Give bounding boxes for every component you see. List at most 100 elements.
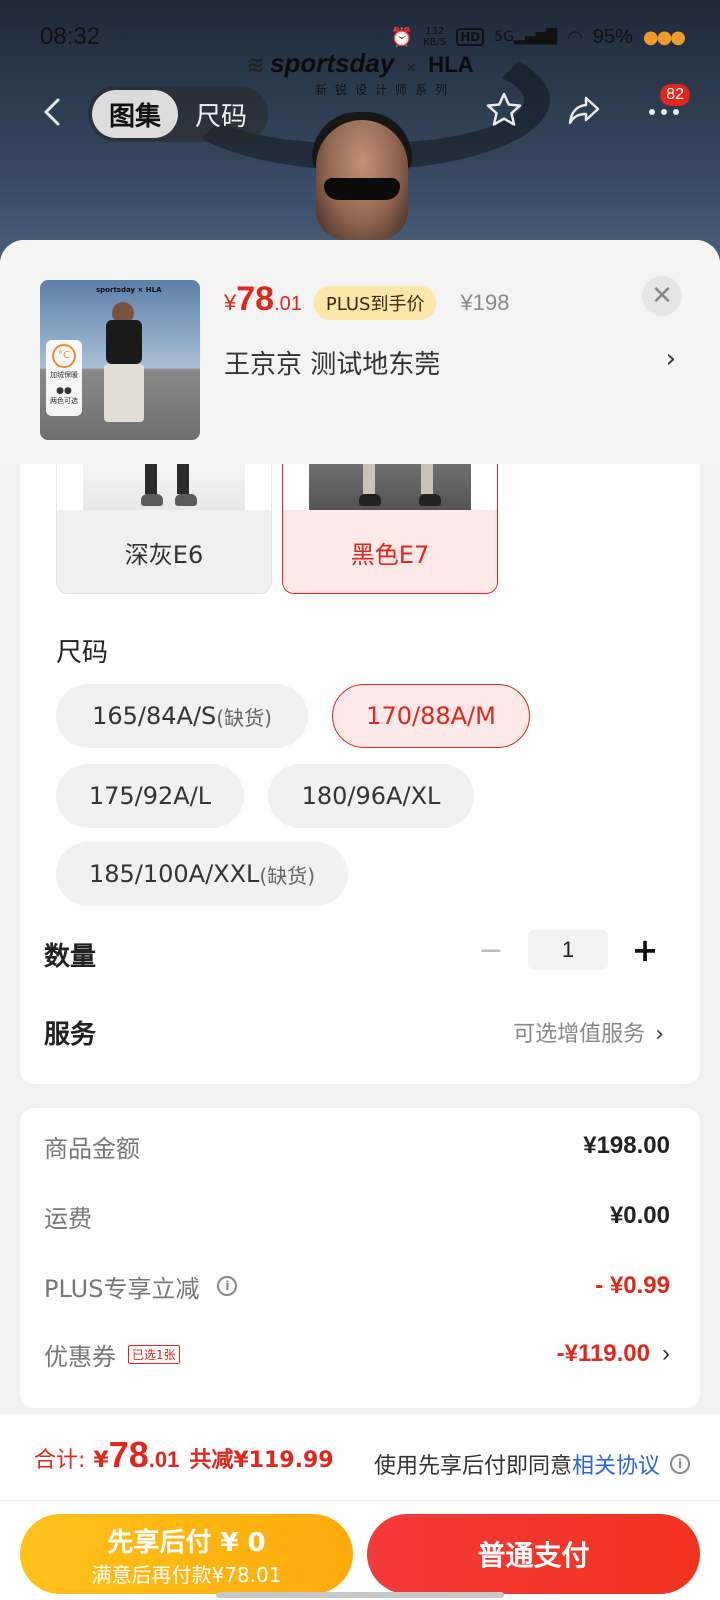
plus-price: ¥78.01 <box>224 280 302 318</box>
alarm-icon: ⏰ <box>390 26 414 48</box>
quantity-label: 数量 <box>44 942 97 972</box>
pay-later-button[interactable]: 先享后付 ¥ 0 满意后再付款¥78.01 <box>20 1514 353 1594</box>
size-label: 165/84A/S <box>92 702 217 730</box>
share-button[interactable] <box>564 90 604 130</box>
increase-button[interactable]: + <box>630 931 660 969</box>
brand-x: × <box>405 60 418 76</box>
chevron-right-icon[interactable]: › <box>666 344 676 374</box>
sheet-header: sportsday × HLA °C 加绒保暖 ●● 两色可选 ¥78.01 P… <box>0 240 720 464</box>
top-nav: 图集 尺码 82 <box>0 84 720 144</box>
quantity-input[interactable]: 1 <box>528 930 608 970</box>
app-indicator-icon: ●●● <box>642 26 686 48</box>
more-button[interactable]: 82 <box>644 84 690 130</box>
thumb-badge-warm: 加绒保暖 <box>50 371 78 379</box>
chevron-right-icon: › <box>655 1022 664 1047</box>
total-int: 78 <box>108 1434 149 1475</box>
tab-size[interactable]: 尺码 <box>178 90 264 138</box>
sku-sheet: sportsday × HLA °C 加绒保暖 ●● 两色可选 ¥78.01 P… <box>0 240 720 1600</box>
shipping-label: 运费 <box>44 1204 92 1233</box>
coupon-value: -¥119.00 › <box>556 1340 670 1367</box>
options-card: 深灰E6 黑色E7 尺码 165/84A/S (缺货) 170/88A/M 175… <box>20 464 700 1084</box>
info-icon[interactable]: i <box>217 1276 238 1296</box>
info-icon[interactable]: i <box>670 1454 690 1474</box>
hd-icon: HD <box>456 28 485 46</box>
goods-amount-row: 商品金额 ¥198.00 <box>44 1126 670 1166</box>
service-label: 服务 <box>44 1020 97 1050</box>
battery-level: 95% <box>592 25 633 48</box>
message-badge: 82 <box>660 84 690 106</box>
thermometer-icon: °C <box>52 344 76 368</box>
color-dots-icon: ●● <box>56 386 72 396</box>
quantity-stepper: − 1 + <box>476 930 660 970</box>
delivery-address[interactable]: 王京京 测试地东莞 <box>224 344 440 381</box>
thumb-brand: sportsday × HLA <box>96 286 162 294</box>
agreement-text: 使用先享后付即同意 相关协议 i <box>374 1448 690 1480</box>
size-chip-s[interactable]: 165/84A/S (缺货) <box>56 684 308 748</box>
home-indicator[interactable] <box>216 1592 504 1598</box>
goods-amount-value: ¥198.00 <box>583 1132 670 1159</box>
decrease-button[interactable]: − <box>476 933 506 968</box>
shipping-row: 运费 ¥0.00 <box>44 1196 670 1236</box>
tab-gallery[interactable]: 图集 <box>92 90 178 138</box>
goods-amount-label: 商品金额 <box>44 1134 140 1163</box>
thumb-feature-badge: °C 加绒保暖 ●● 两色可选 <box>46 340 82 416</box>
sportsday-logo-icon: ≋ <box>246 53 265 78</box>
size-chip-xxl[interactable]: 185/100A/XXL (缺货) <box>56 842 348 906</box>
back-button[interactable] <box>36 94 72 130</box>
color-label: 深灰E6 <box>57 510 271 593</box>
size-label: 180/96A/XL <box>301 782 441 810</box>
star-icon <box>486 92 522 126</box>
color-thumb-black <box>309 464 471 510</box>
divider <box>0 1500 720 1501</box>
gallery-size-switch: 图集 尺码 <box>88 86 268 142</box>
color-option-black[interactable]: 黑色E7 <box>282 464 498 594</box>
close-icon: ✕ <box>651 281 673 311</box>
size-chip-m[interactable]: 170/88A/M <box>332 684 530 748</box>
agreement-link[interactable]: 相关协议 <box>572 1448 660 1480</box>
pay-later-subtitle: 满意后再付款¥78.01 <box>91 1563 282 1587</box>
out-of-stock-label: (缺货) <box>259 863 316 888</box>
close-button[interactable]: ✕ <box>642 276 682 316</box>
plus-discount-row: PLUS专享立减 i - ¥0.99 <box>44 1266 670 1306</box>
size-label: 170/88A/M <box>366 702 496 730</box>
coupon-row[interactable]: 优惠券 已选1张 -¥119.00 › <box>44 1334 670 1374</box>
color-option-gray[interactable]: 深灰E6 <box>56 464 272 594</box>
service-selector[interactable]: 可选增值服务 › <box>513 1016 664 1048</box>
size-label: 175/92A/L <box>88 782 212 810</box>
thumb-model-pants <box>104 364 144 422</box>
agreement-prefix: 使用先享后付即同意 <box>373 1454 572 1479</box>
thumb-badge-colors: 两色可选 <box>50 397 78 405</box>
price-summary-card: 商品金额 ¥198.00 运费 ¥0.00 PLUS专享立减 i - ¥0.99… <box>20 1108 700 1408</box>
plus-price-tag: PLUS到手价 <box>313 286 437 320</box>
price-line: ¥78.01 PLUS到手价 ¥198 <box>224 280 509 320</box>
shipping-value: ¥0.00 <box>609 1202 670 1229</box>
model-sunglasses <box>324 178 400 200</box>
total-currency: ¥ <box>93 1448 109 1473</box>
original-price: ¥198 <box>460 290 510 315</box>
total-dec: .01 <box>148 1447 180 1472</box>
plus-discount-value: - ¥0.99 <box>595 1272 670 1299</box>
color-label: 黑色E7 <box>283 510 497 593</box>
signal-icon: 5G▂▄▆█ <box>494 29 558 45</box>
pay-later-title: 先享后付 ¥ 0 <box>107 1528 266 1558</box>
net-speed: 132 KB/S <box>423 26 447 48</box>
favorite-button[interactable] <box>484 90 524 130</box>
size-chip-l[interactable]: 175/92A/L <box>56 764 244 828</box>
total-label: 合计: <box>34 1448 86 1473</box>
size-chip-xl[interactable]: 180/96A/XL <box>268 764 474 828</box>
service-hint: 可选增值服务 <box>513 1022 646 1047</box>
total-price: 合计: ¥78.01 共减¥119.99 <box>34 1434 334 1476</box>
coupon-label: 优惠券 已选1张 <box>44 1337 180 1372</box>
color-thumb-gray <box>83 464 245 510</box>
wifi-icon: ◠ <box>567 26 583 48</box>
size-section-title: 尺码 <box>56 638 109 668</box>
chevron-left-icon <box>43 98 60 126</box>
thumb-model-top <box>106 320 142 364</box>
brand-name: sportsday <box>270 48 395 78</box>
brand-partner: HLA <box>428 52 474 77</box>
normal-pay-button[interactable]: 普通支付 <box>367 1514 700 1594</box>
status-time: 08:32 <box>40 23 101 50</box>
product-thumbnail[interactable]: sportsday × HLA °C 加绒保暖 ●● 两色可选 <box>40 280 200 440</box>
total-saving: 共减¥119.99 <box>189 1448 334 1473</box>
chevron-right-icon: › <box>662 1340 670 1367</box>
